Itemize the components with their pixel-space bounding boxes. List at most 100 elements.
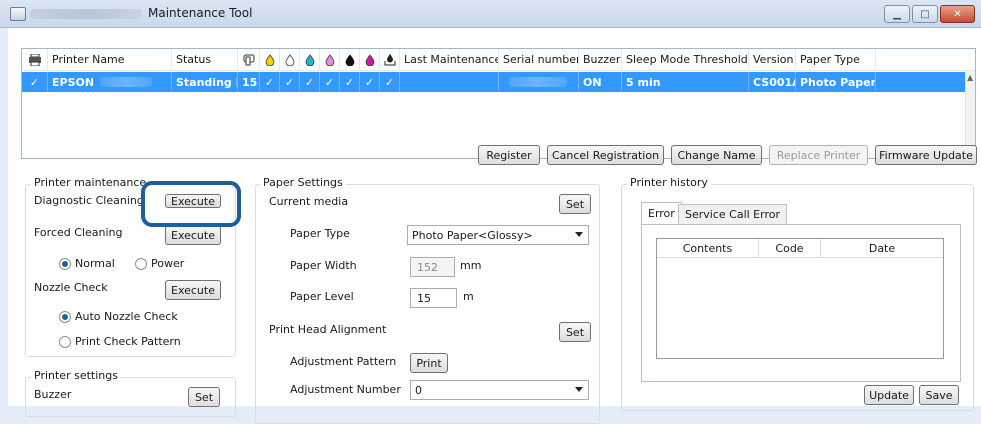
col-sleep-mode-threshold[interactable]: Sleep Mode Threshold [622,49,749,70]
forced-cleaning-highlight [141,181,241,227]
waste-ink-icon [380,49,400,70]
paper-type-label: Paper Type [290,227,350,240]
redacted-name [100,77,153,87]
paper-settings-legend: Paper Settings [260,176,346,189]
buzzer-cell: ON [579,72,622,92]
ink-check-cell: ✓ [360,72,380,92]
paper-level-unit: m [463,290,474,303]
firmware-update-button[interactable]: Firmware Update [875,145,977,165]
ink-yellow-icon [260,49,280,70]
status-cell: Standing By [172,72,238,92]
paper-type-cell: Photo Paper< [796,72,876,92]
col-buzzer[interactable]: Buzzer [579,49,622,70]
col-last-maintenance[interactable]: Last Maintenance [400,49,499,70]
redacted-serial [509,77,567,87]
auto-nozzle-check-label: Auto Nozzle Check [75,310,178,323]
history-table-header: Contents Code Date [657,239,943,258]
ink-magenta-icon [360,49,380,70]
change-name-button[interactable]: Change Name [671,145,762,165]
paper-width-unit: mm [460,259,482,272]
col-serial-number[interactable]: Serial number [499,49,579,70]
sleep-mode-cell: 5 min [622,72,749,92]
maximize-icon[interactable]: □ [912,5,938,23]
adjustment-number-select[interactable]: 0 [410,380,589,400]
ink-check-cell: ✓ [300,72,320,92]
tab-service-call-error[interactable]: Service Call Error [678,204,787,224]
row-check[interactable]: ✓ [22,72,48,92]
paper-type-select[interactable]: Photo Paper<Glossy> [407,225,589,245]
current-media-set-button[interactable]: Set [559,194,591,214]
ink-check-cell: ✓ [280,72,300,92]
paper-type-value: Photo Paper<Glossy> [412,228,533,242]
col-code[interactable]: Code [759,239,821,257]
print-head-alignment-set-button[interactable]: Set [559,322,591,342]
normal-label: Normal [75,257,115,270]
forced-cleaning-label: Forced Cleaning [34,226,123,239]
app-icon [10,7,26,21]
buzzer-label: Buzzer [34,388,72,401]
window-title: Maintenance Tool [148,6,253,20]
version-cell: CS001A1 [749,72,796,92]
paper-width-label: Paper Width [290,259,357,272]
printer-list[interactable]: Printer Name Status Last Maintenance Ser… [21,48,976,159]
nozzle-check-label: Nozzle Check [34,281,108,294]
print-head-alignment-label: Print Head Alignment [269,323,387,336]
paper-width-field[interactable]: 152 [410,257,455,277]
printer-name-cell: EPSON [48,72,172,92]
table-header: Printer Name Status Last Maintenance Ser… [22,49,975,71]
print-check-pattern-label: Print Check Pattern [75,335,181,348]
paper-counter-icon [238,49,260,70]
adjustment-number-label: Adjustment Number [290,383,401,396]
power-label: Power [151,257,185,270]
nozzle-check-execute-button[interactable]: Execute [165,280,221,300]
printer-name-value: EPSON [52,75,95,89]
printer-icon [22,49,48,70]
normal-radio[interactable] [59,258,71,270]
ink-check-cell: ✓ [320,72,340,92]
current-media-label: Current media [269,195,349,208]
title-redacted [30,9,142,19]
register-button[interactable]: Register [478,145,540,165]
buzzer-set-button[interactable]: Set [188,387,220,407]
save-button[interactable]: Save [919,385,959,405]
paper-count-cell: 15 [238,72,260,92]
history-table[interactable]: Contents Code Date [656,238,944,359]
title-bar: Maintenance Tool ▁ □ ✕ [0,0,981,28]
serial-number-cell [499,72,579,92]
ink-check-cell: ✓ [380,72,400,92]
cancel-registration-button[interactable]: Cancel Registration [547,145,664,165]
last-maintenance-cell [400,72,499,92]
col-contents[interactable]: Contents [657,239,759,257]
print-check-pattern-radio[interactable] [59,336,71,348]
col-version[interactable]: Version [749,49,796,70]
col-status[interactable]: Status [172,49,238,70]
update-button[interactable]: Update [864,385,914,405]
col-printer-name[interactable]: Printer Name [48,49,172,70]
ink-check-cell: ✓ [340,72,360,92]
printer-history-legend: Printer history [627,176,711,189]
tab-error[interactable]: Error [641,202,682,224]
col-date[interactable]: Date [821,239,943,257]
print-button[interactable]: Print [410,353,448,373]
auto-nozzle-check-radio[interactable] [59,311,71,323]
scroll-up-icon[interactable]: ▲ [967,73,973,82]
adjustment-number-value: 0 [415,383,422,397]
ink-light-cyan-icon [280,49,300,70]
printer-maintenance-legend: Printer maintenance [31,176,150,189]
minimize-icon[interactable]: ▁ [884,5,910,23]
forced-cleaning-execute-button[interactable]: Execute [165,225,221,245]
printer-settings-legend: Printer settings [31,369,121,382]
adjustment-pattern-label: Adjustment Pattern [290,355,397,368]
col-paper-type[interactable]: Paper Type [796,49,876,70]
table-row[interactable]: ✓ EPSON Standing By 15 ✓ ✓ ✓ ✓ ✓ ✓ ✓ ON … [22,72,967,92]
main-content: Printer Name Status Last Maintenance Ser… [8,28,981,424]
chevron-down-icon [575,387,583,392]
ink-cyan-icon [300,49,320,70]
paper-level-label: Paper Level [290,290,354,303]
ink-black-icon [340,49,360,70]
paper-level-field[interactable]: 15 [410,288,457,308]
power-radio[interactable] [135,258,147,270]
ink-check-cell: ✓ [260,72,280,92]
replace-printer-button[interactable]: Replace Printer [769,145,868,165]
close-icon[interactable]: ✕ [940,5,975,23]
